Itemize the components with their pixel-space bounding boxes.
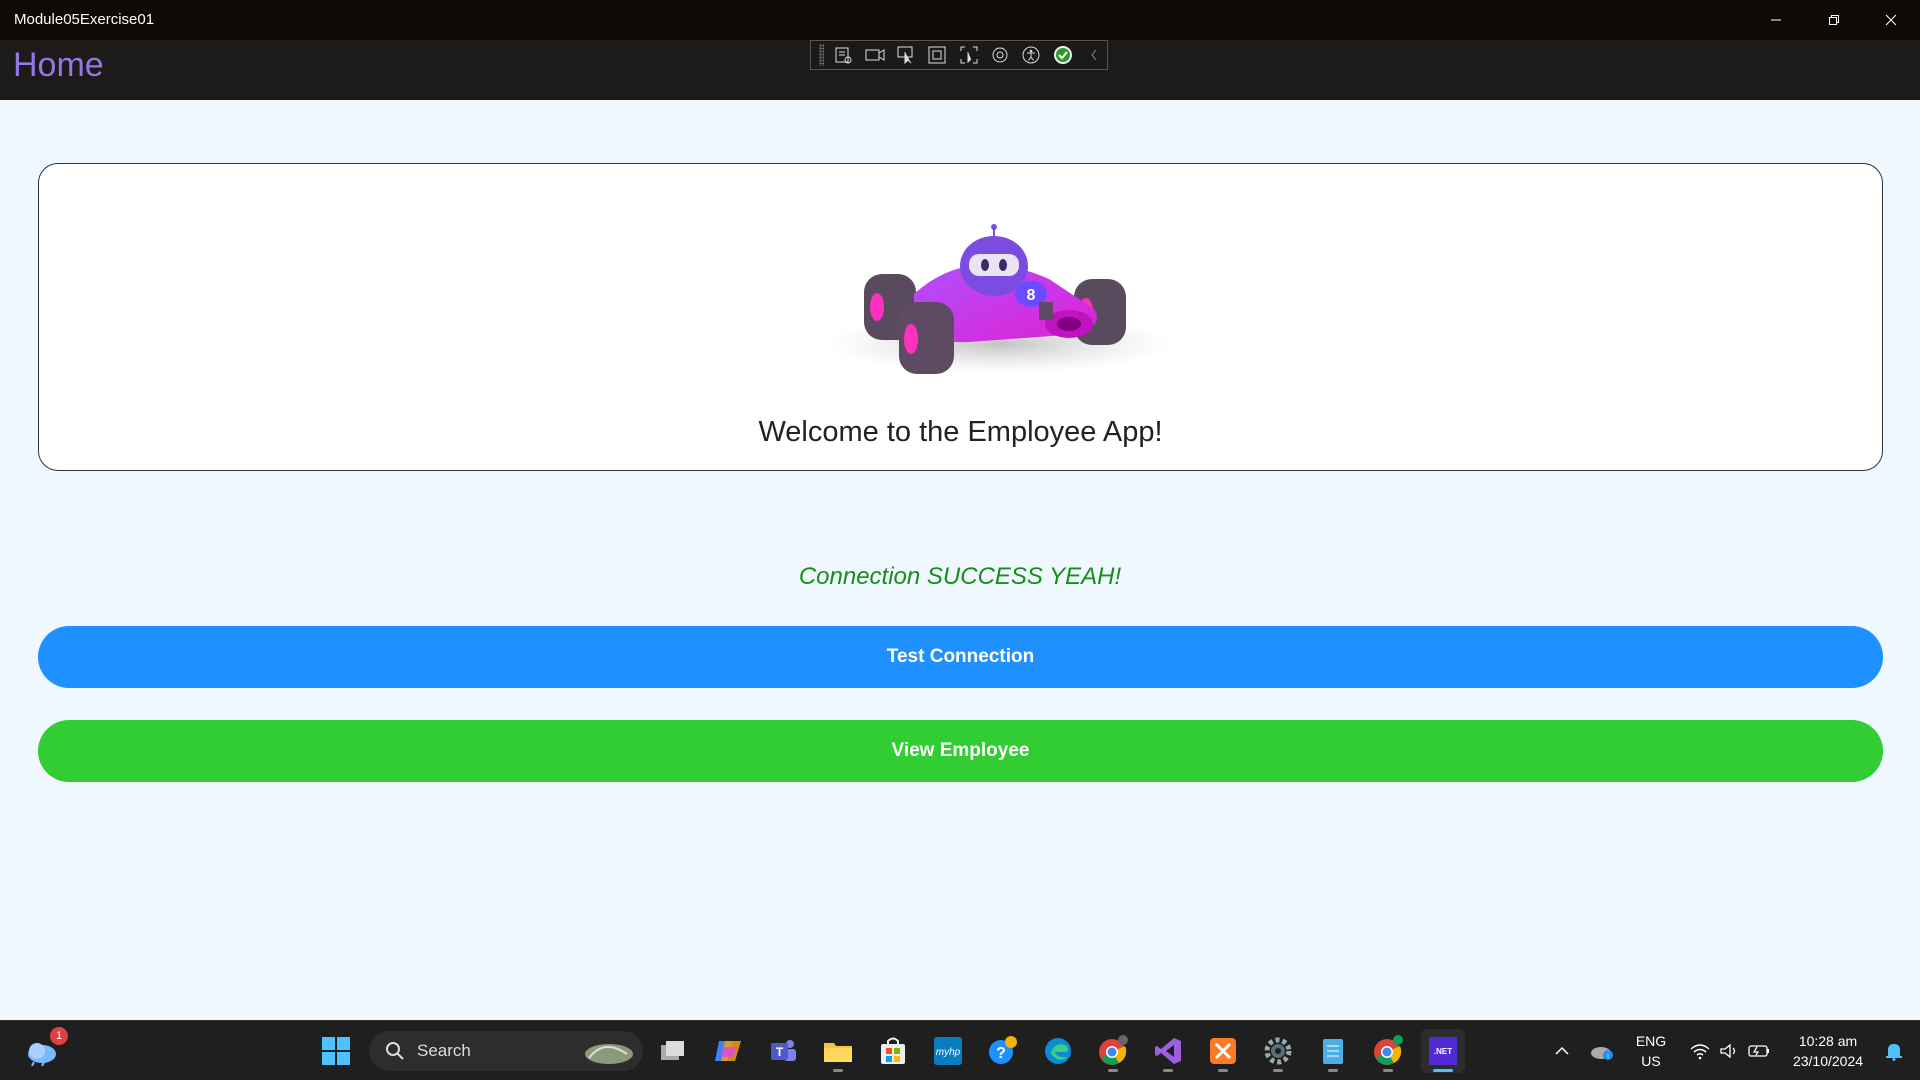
settings-button[interactable] — [1256, 1029, 1300, 1073]
weather-widget[interactable]: 1 — [20, 1027, 68, 1073]
view-employee-button[interactable]: View Employee — [38, 720, 1883, 782]
teams-icon: T — [771, 1040, 796, 1061]
welcome-text: Welcome to the Employee App! — [758, 416, 1163, 448]
folder-icon — [824, 1043, 852, 1062]
gear-icon — [1264, 1037, 1292, 1065]
page-title: Home — [13, 46, 104, 84]
notifications-button[interactable] — [1874, 1029, 1914, 1073]
wifi-icon — [1690, 1044, 1710, 1060]
minimize-button[interactable] — [1748, 0, 1804, 40]
battery-icon — [1748, 1045, 1769, 1057]
connection-status-text: Connection SUCCESS YEAH! — [798, 563, 1122, 590]
xampp-icon — [1210, 1038, 1236, 1064]
search-highlight-icon — [585, 1044, 633, 1064]
help-icon: ? — [989, 1036, 1017, 1064]
running-indicator — [1163, 1069, 1173, 1072]
running-indicator — [1328, 1069, 1338, 1072]
notepad-button[interactable] — [1311, 1029, 1355, 1073]
clock-date: 23/10/2024 — [1792, 1053, 1864, 1069]
edge-icon — [1045, 1038, 1071, 1064]
race-car-image: 8 — [824, 224, 1174, 374]
chrome-button[interactable] — [1366, 1029, 1410, 1073]
running-indicator — [1218, 1069, 1228, 1072]
close-button[interactable] — [1863, 0, 1919, 40]
chevron-up-icon — [1555, 1046, 1569, 1055]
restore-icon — [1829, 15, 1839, 25]
chrome-icon — [1099, 1035, 1128, 1065]
running-indicator — [1273, 1069, 1283, 1072]
running-indicator — [1108, 1069, 1118, 1072]
svg-text:?: ? — [996, 1045, 1006, 1062]
running-indicator — [833, 1069, 843, 1072]
volume-icon — [1720, 1043, 1736, 1059]
minimize-icon — [1771, 19, 1781, 21]
binding-failures-icon[interactable] — [987, 42, 1012, 68]
collapse-toolbar-icon[interactable] — [1082, 42, 1107, 68]
clock-time: 10:28 am — [1798, 1033, 1858, 1049]
xampp-button[interactable] — [1201, 1029, 1245, 1073]
search-label: Search — [417, 1041, 471, 1060]
test-connection-button[interactable]: Test Connection — [38, 626, 1883, 688]
close-icon — [1885, 14, 1897, 26]
toolbar-grip[interactable] — [819, 44, 825, 66]
camera-icon[interactable] — [862, 42, 887, 68]
windows-logo-icon — [322, 1037, 350, 1065]
select-element-icon[interactable] — [893, 42, 918, 68]
welcome-card: 8 Welcome to the Employee App! — [38, 163, 1883, 471]
copilot-button[interactable] — [706, 1029, 750, 1073]
quick-settings-button[interactable] — [1680, 1029, 1780, 1073]
svg-text:myhp: myhp — [936, 1047, 961, 1058]
onedrive-tray-button[interactable]: i — [1580, 1029, 1624, 1073]
running-indicator — [1383, 1069, 1393, 1072]
display-layout-adorners-icon[interactable] — [925, 42, 950, 68]
start-button[interactable] — [314, 1029, 358, 1073]
chrome-icon — [1374, 1035, 1403, 1065]
store-icon — [881, 1037, 905, 1064]
teams-button[interactable]: T — [761, 1029, 805, 1073]
search-icon — [386, 1042, 404, 1060]
language-code: ENG — [1635, 1033, 1667, 1049]
svg-text:T: T — [776, 1045, 784, 1059]
dotnet-app-button[interactable]: .NET — [1421, 1029, 1465, 1073]
hot-reload-status-icon[interactable] — [1050, 42, 1075, 68]
edge-browser-button[interactable] — [1036, 1029, 1080, 1073]
active-indicator — [1433, 1069, 1453, 1072]
keyboard-region: US — [1641, 1053, 1661, 1069]
window-title: Module05Exercise01 — [14, 11, 155, 28]
task-view-button[interactable] — [651, 1029, 695, 1073]
get-help-button[interactable]: ? — [981, 1029, 1025, 1073]
notepad-icon — [1323, 1039, 1343, 1064]
dotnet-label: .NET — [1433, 1046, 1453, 1056]
clock[interactable]: 10:28 am 23/10/2024 — [1778, 1031, 1878, 1071]
myhp-button[interactable]: myhp — [926, 1029, 970, 1073]
bell-icon — [1886, 1044, 1902, 1061]
window-titlebar: Module05Exercise01 — [0, 0, 1920, 40]
dotnet-icon: .NET — [1429, 1037, 1457, 1065]
microsoft-store-button[interactable] — [871, 1029, 915, 1073]
myhp-icon: myhp — [934, 1037, 962, 1065]
windows-taskbar: 1 Search T myhp ? .NET i ENG US 10:28 am… — [0, 1020, 1920, 1080]
onedrive-cloud-icon: i — [1591, 1047, 1613, 1060]
debug-toolbar — [810, 40, 1108, 70]
file-explorer-button[interactable] — [816, 1029, 860, 1073]
weather-badge: 1 — [50, 1027, 68, 1045]
taskbar-search-box[interactable]: Search — [369, 1031, 643, 1071]
accessibility-icon[interactable] — [1019, 42, 1044, 68]
task-view-icon — [661, 1041, 684, 1060]
copilot-icon — [715, 1041, 741, 1061]
track-focused-element-icon[interactable] — [956, 42, 981, 68]
show-hidden-icons-button[interactable] — [1540, 1029, 1584, 1073]
visual-studio-icon — [1155, 1038, 1181, 1064]
language-indicator[interactable]: ENG US — [1626, 1031, 1676, 1071]
visual-studio-button[interactable] — [1146, 1029, 1190, 1073]
svg-text:8: 8 — [1027, 287, 1036, 304]
live-visual-tree-icon[interactable] — [830, 42, 855, 68]
restore-button[interactable] — [1806, 0, 1862, 40]
chrome-profile-button[interactable] — [1091, 1029, 1135, 1073]
